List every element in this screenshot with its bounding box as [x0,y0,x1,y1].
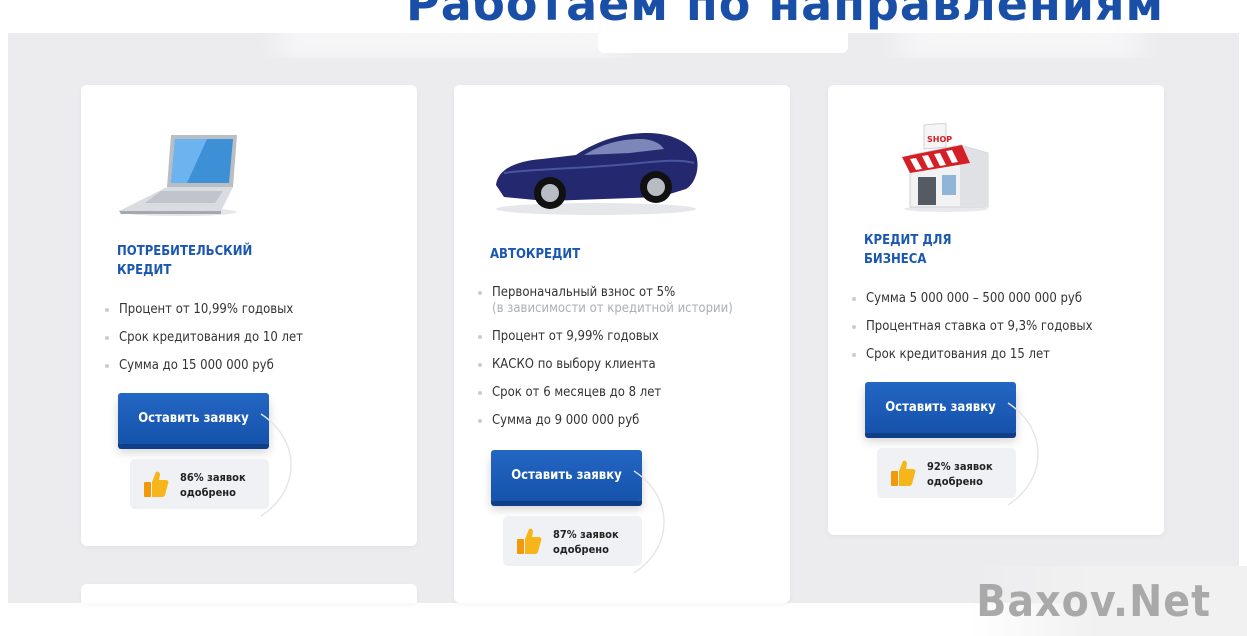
shop-sign: SHOP [927,135,952,144]
watermark: Baxov.Net [968,566,1247,636]
apply-button[interactable]: Оставить заявку [865,382,1016,433]
feature-item: Процент от 9,99% годовых [478,329,778,345]
approval-badge: 92% заявок одобрено [877,448,1016,498]
card-title: Потребительский кредит [117,244,253,278]
card-title: Автокредит [490,247,581,262]
approval-text: 86% заявок одобрено [180,471,246,499]
approval-text: 87% заявок одобрено [553,528,619,556]
section-heading: Работаем по направлениям: [260,0,1160,58]
feature-note: (в зависимости от кредитной истории) [492,301,733,316]
feature-item: Сумма 5 000 000 – 500 000 000 руб [852,291,1152,307]
feature-item: Сумма до 9 000 000 руб [478,413,778,429]
feature-item: Процентная ставка от 9,3% годовых [852,319,1152,335]
card-title: Кредит для бизнеса [864,233,952,267]
shop-icon: SHOP [902,123,989,212]
feature-item: Сумма до 15 000 000 руб [105,358,405,374]
feature-item: Срок кредитования до 15 лет [852,347,1152,363]
feature-item: Срок от 6 месяцев до 8 лет [478,385,778,401]
approval-text: 92% заявок одобрено [927,460,993,488]
thumbs-up-icon [891,460,916,486]
thumbs-up-icon [517,528,542,554]
feature-list: Процент от 10,99% годовых Срок кредитова… [105,302,405,386]
laptop-icon [119,135,237,216]
section-title: Работаем по направлениям: [406,0,1160,31]
feature-list: Сумма 5 000 000 – 500 000 000 руб Процен… [852,291,1152,375]
card-consumer-credit: Потребительский кредит Процент от 10,99%… [81,85,417,546]
feature-item: Срок кредитования до 10 лет [105,330,405,346]
feature-item: Процент от 10,99% годовых [105,302,405,318]
card-auto-credit: Автокредит Первоначальный взнос от 5% (в… [454,85,790,603]
approval-badge: 87% заявок одобрено [503,516,642,566]
watermark-text: Baxov.Net [976,576,1211,627]
card-next-partial [81,584,417,603]
thumbs-up-icon [144,471,169,497]
feature-list: Первоначальный взнос от 5% (в зависимост… [478,285,778,441]
feature-item: Первоначальный взнос от 5% (в зависимост… [478,285,778,317]
car-icon [496,133,698,215]
feature-item: КАСКО по выбору клиента [478,357,778,373]
approval-badge: 86% заявок одобрено [130,459,269,509]
card-business-credit: SHOP Кредит для бизнеса Сумма 5 000 000 … [828,85,1164,535]
apply-button[interactable]: Оставить заявку [118,393,269,444]
apply-button[interactable]: Оставить заявку [491,450,642,501]
